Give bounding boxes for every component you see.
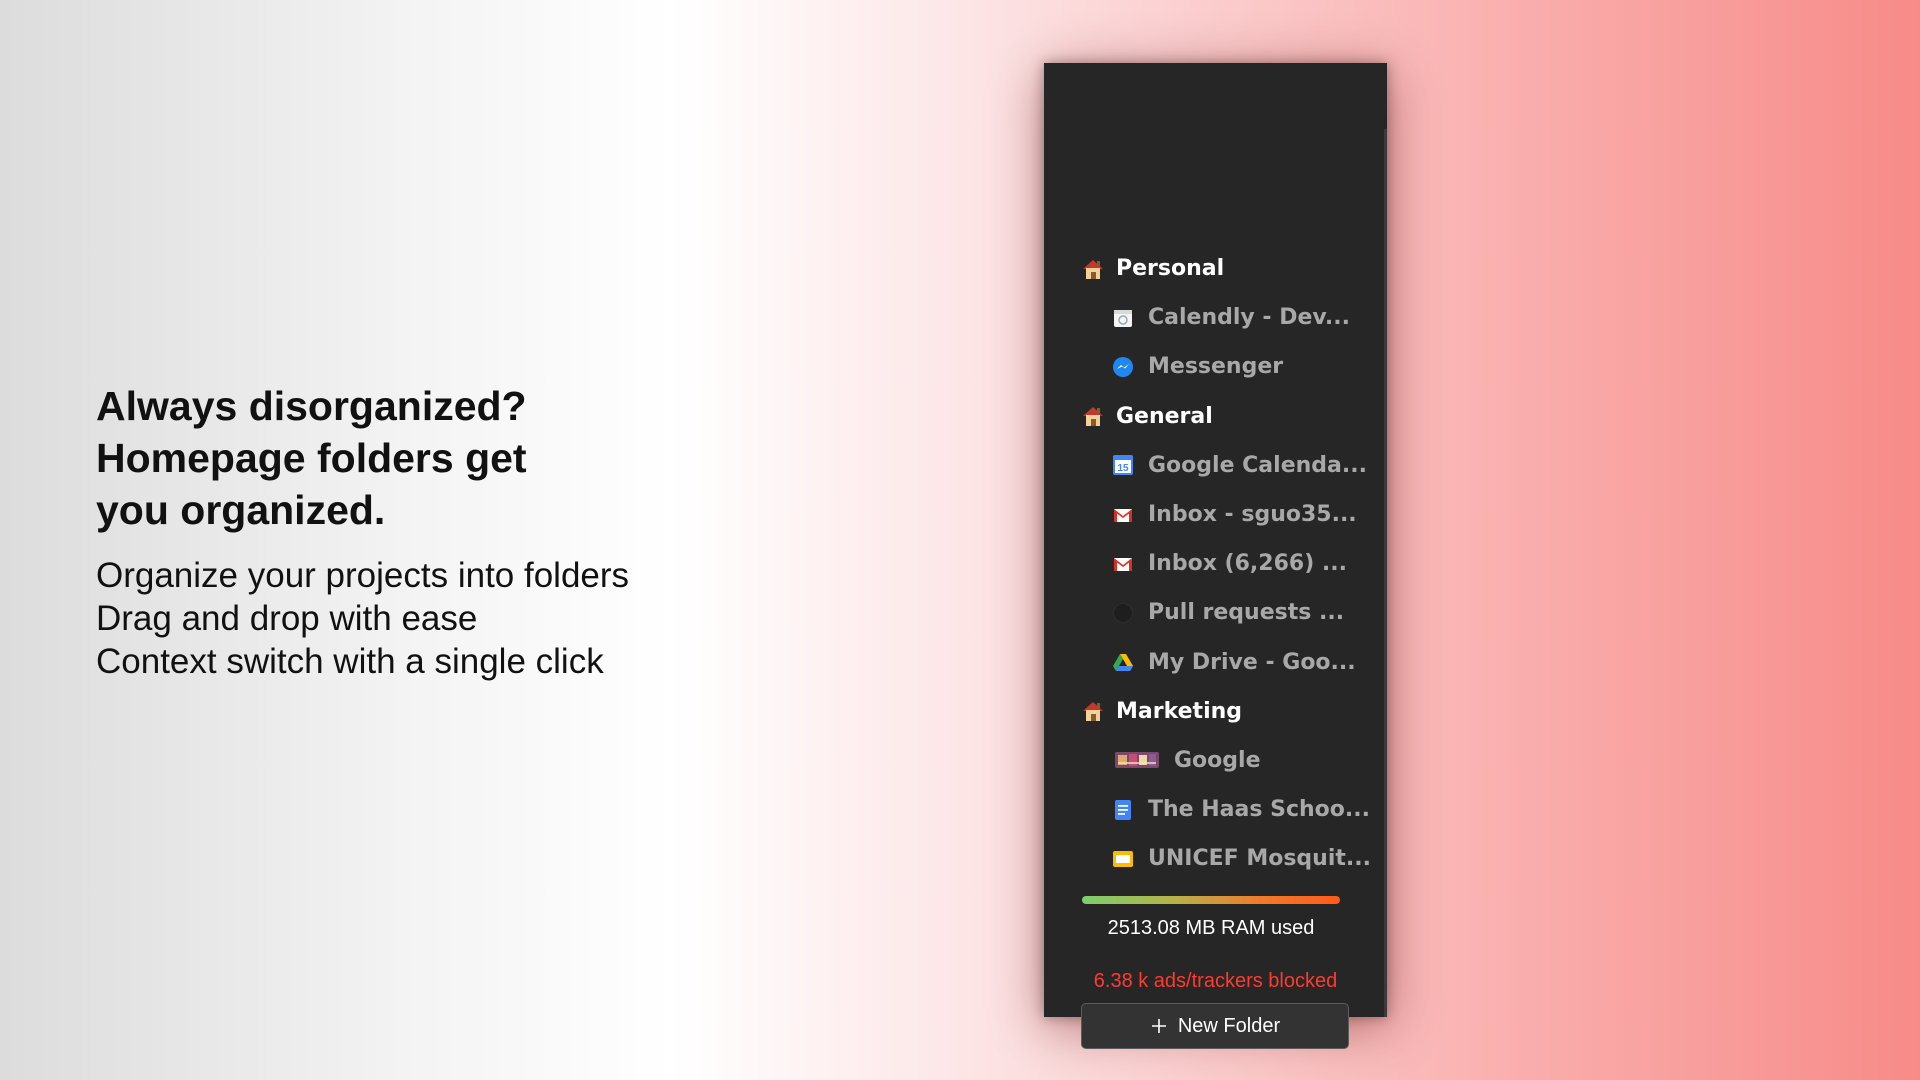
tab-pull-requests[interactable]: Pull requests ... [1080, 588, 1370, 637]
google-slides-icon [1112, 848, 1134, 870]
tab-label: Calendly - Dev... [1148, 305, 1350, 331]
feature-item: Drag and drop with ease [96, 599, 478, 638]
headline-line: Always disorganized? [96, 383, 527, 429]
ram-usage: 2513.08 MB RAM used [1082, 896, 1340, 940]
trackers-blocked-text: 6.38 k ads/trackers blocked [1093, 970, 1338, 992]
folder-label: Personal [1116, 256, 1225, 282]
calendly-icon [1112, 307, 1134, 329]
tab-google[interactable]: Google [1080, 736, 1370, 785]
ram-usage-bar [1082, 896, 1340, 904]
google-calendar-day: 15 [1117, 463, 1129, 474]
folder-marketing[interactable]: Marketing [1080, 687, 1370, 736]
folder-label: Marketing [1116, 698, 1243, 724]
headline-line: you organized. [96, 487, 386, 533]
feature-item: Organize your projects into folders [96, 556, 630, 595]
google-calendar-icon: 15 [1112, 454, 1134, 476]
ram-usage-text: 2513.08 MB RAM used [1107, 917, 1315, 939]
tab-messenger[interactable]: Messenger [1080, 342, 1370, 391]
tab-label: Messenger [1148, 354, 1284, 380]
tab-label: Google [1174, 747, 1261, 773]
tab-label: The Haas Schoo... [1148, 797, 1370, 823]
tab-inbox-sguo[interactable]: Inbox - sguo35... [1080, 490, 1370, 539]
headline: Always disorganized? Homepage folders ge… [96, 380, 716, 536]
tab-google-calendar[interactable]: 15 Google Calenda... [1080, 441, 1370, 490]
folder-label: General [1116, 403, 1213, 429]
new-folder-label: New Folder [1177, 1014, 1281, 1037]
folder-personal[interactable]: Personal [1080, 244, 1370, 293]
feature-item: Context switch with a single click [96, 642, 604, 681]
tab-unicef[interactable]: UNICEF Mosquit... [1080, 834, 1371, 883]
house-icon [1080, 256, 1106, 282]
folder-general[interactable]: General [1080, 392, 1370, 441]
marketing-copy: Always disorganized? Homepage folders ge… [96, 380, 716, 683]
tab-label: Pull requests ... [1148, 600, 1345, 626]
tab-label: UNICEF Mosquit... [1148, 846, 1371, 872]
panel-scrollbar[interactable] [1384, 129, 1387, 1017]
tab-haas-school[interactable]: The Haas Schoo... [1080, 785, 1370, 834]
google-docs-icon [1112, 799, 1134, 821]
google-drive-icon [1112, 651, 1134, 673]
github-icon [1112, 602, 1134, 624]
headline-line: Homepage folders get [96, 435, 527, 481]
messenger-icon [1112, 356, 1134, 378]
new-folder-button[interactable]: New Folder [1081, 1003, 1349, 1049]
tab-calendly[interactable]: Calendly - Dev... [1080, 293, 1370, 342]
tab-label: Inbox - sguo35... [1148, 502, 1357, 528]
gmail-icon [1112, 504, 1134, 526]
tab-label: Google Calenda... [1148, 452, 1367, 478]
tab-label: Inbox (6,266) ... [1148, 551, 1347, 577]
sidebar-panel: Personal Calendly - Dev... Messenger Gen… [1044, 63, 1387, 1049]
folder-tree: Personal Calendly - Dev... Messenger Gen… [1080, 244, 1371, 883]
tab-inbox-6266[interactable]: Inbox (6,266) ... [1080, 539, 1370, 588]
google-doodle-icon [1114, 749, 1160, 771]
plus-icon [1150, 1017, 1168, 1035]
gmail-icon [1112, 553, 1134, 575]
tab-label: My Drive - Goo... [1148, 649, 1356, 675]
house-icon [1080, 698, 1106, 724]
feature-list: Organize your projects into folders Drag… [96, 554, 716, 683]
tab-my-drive[interactable]: My Drive - Goo... [1080, 638, 1370, 687]
house-icon [1080, 403, 1106, 429]
